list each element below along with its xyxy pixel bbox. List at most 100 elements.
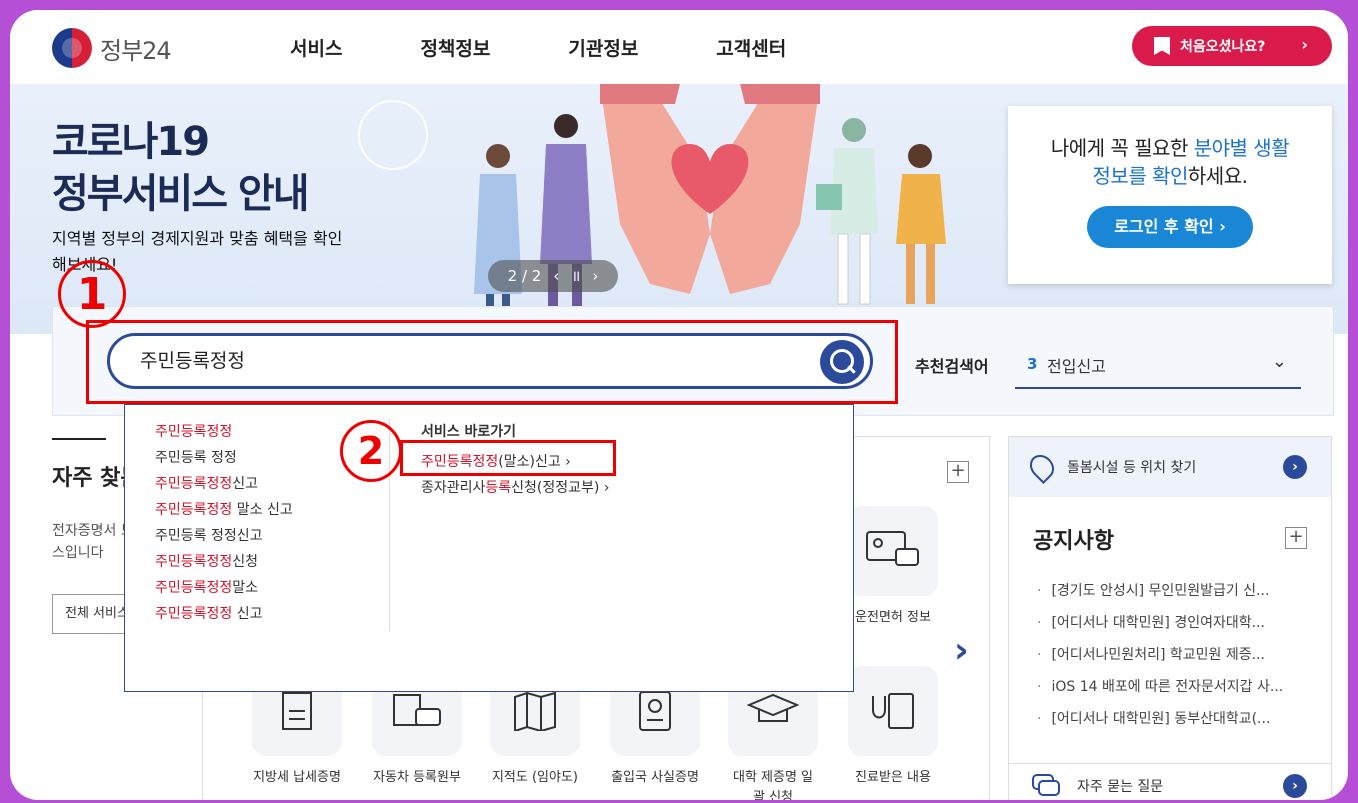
notice-item[interactable]: [어디서나민원처리] 학교민원 제증... [1037,639,1283,671]
service-label: 진료받은 내용 [855,770,931,785]
browser-frame: 정부24 서비스 정책정보 기관정보 고객센터 처음오셨나요? › 코로나19 … [10,10,1348,800]
care-finder-label: 돌봄시설 등 위치 찾기 [1067,460,1197,476]
location-pin-icon [1025,450,1059,484]
service-tile [848,506,938,596]
service-tile [848,666,938,756]
gov24-logo[interactable]: 정부24 [52,28,172,68]
recommend-keyword-select[interactable]: 3 전입신고 ⌄ [1015,343,1301,389]
login-message: 나에게 꼭 필요한 분야별 생활 정보를 확인하세요. [1008,134,1332,190]
suggestion-match: 주민등록정정 [155,476,233,492]
next-slide-icon[interactable]: › [592,267,598,285]
service-label: 지적도 (임야도) [491,770,579,785]
service-label: 지방세 납세증명 [253,770,341,785]
suggestion-rest: 주민등록 정정 [155,450,237,466]
map-icon [514,691,556,731]
recommend-label: 추천검색어 [915,357,989,376]
annotation-number-2: 2 [340,420,402,482]
care-facility-finder[interactable]: 돌봄시설 등 위치 찾기 › [1009,437,1331,497]
suggestion-item[interactable]: 주민등록정정신청 [155,549,293,575]
suggestion-match: 주민등록정정 [155,502,233,518]
login-msg-part1: 나에게 꼭 필요한 [1050,136,1194,160]
pager-count: 2 / 2 [507,267,542,285]
banner-pager: 2 / 2 ‹ ॥ › [488,260,618,292]
suggestion-match: 주민등록정정 [155,580,233,596]
first-visit-label: 처음오셨나요? [1180,39,1266,55]
suggestion-rest: 신고 [232,476,259,492]
services-next-icon[interactable]: › [954,630,969,671]
suggestion-rest: 신고 [232,606,263,622]
notice-item[interactable]: [어디서나 대학민원] 동부산대학교(... [1037,703,1283,735]
login-msg-part2: 하세요. [1187,164,1248,188]
suggestion-match: 주민등록정정 [155,424,233,440]
suggestion-match: 주민등록정정 [155,554,233,570]
license-icon [866,531,919,566]
chevron-right-circle-icon[interactable]: › [1283,774,1307,798]
recommend-keyword: 전입신고 [1047,357,1106,376]
site-header: 정부24 서비스 정책정보 기관정보 고객센터 처음오셨나요? › [10,10,1348,84]
logo-text: 정부24 [100,36,172,65]
login-msg-highlight2: 정보를 확인 [1092,164,1189,188]
suggestion-item[interactable]: 주민등록정정말소 [155,575,293,601]
shortcut-match: 등록 [485,480,512,496]
suggestion-rest: 신청 [232,554,259,570]
banner-title-line2: 정부서비스 안내 [52,171,310,217]
nav-agency[interactable]: 기관정보 [568,34,638,61]
notice-item[interactable]: iOS 14 배포에 따른 전자문서지갑 사... [1037,671,1283,703]
nav-service[interactable]: 서비스 [290,34,342,61]
suggestion-item[interactable]: 주민등록 정정 [155,445,293,471]
suggestion-item[interactable]: 주민등록 정정신고 [155,523,293,549]
service-label: 출입국 사실증명 [611,770,699,785]
suggestion-item[interactable]: 주민등록정정 신고 [155,601,293,627]
personalized-info-box: 나에게 꼭 필요한 분야별 생활 정보를 확인하세요. 로그인 후 확인 › [1008,106,1332,284]
first-visit-button[interactable]: 처음오셨나요? › [1132,26,1332,66]
covid-banner[interactable]: 코로나19 정부서비스 안내 지역별 정부의 경제지원과 맞춤 혜택을 확인해보… [10,84,1348,334]
chevron-down-icon: ⌄ [1271,351,1287,372]
nav-customer-center[interactable]: 고객센터 [716,34,786,61]
banner-title: 코로나19 정부서비스 안내 [52,116,310,220]
suggestion-match: 주민등록정정 [155,606,233,622]
suggestion-rest: 말소 [232,580,259,596]
service-label: 자동차 등록원부 [373,770,461,785]
service-driver-license[interactable]: 운전면허 정보 [848,506,938,628]
suggestion-item[interactable]: 주민등록정정신고 [155,471,293,497]
notice-item[interactable]: [경기도 안성시] 무인민원발급기 신... [1037,575,1283,607]
service-medical-record[interactable]: 진료받은 내용 [848,666,938,788]
login-msg-highlight1: 분야별 생활 [1193,136,1290,160]
chevron-right-circle-icon[interactable]: › [1283,455,1307,479]
suggestion-item[interactable]: 주민등록정정 말소 신고 [155,497,293,523]
title-rule [52,438,106,440]
shortcut-rest: 신청(정정교부) › [511,480,610,496]
nav-policy[interactable]: 정책정보 [420,34,490,61]
notice-title: 공지사항 [1033,529,1114,554]
document-icon [282,692,312,730]
passport-icon [639,691,671,731]
notice-item[interactable]: [어디서나 대학민원] 경인여자대학... [1037,607,1283,639]
taegeuk-logo-icon [52,28,92,68]
stethoscope-icon [872,693,914,729]
suggestion-list: 주민등록정정 주민등록 정정 주민등록정정신고 주민등록정정 말소 신고 주민등… [155,419,293,627]
annotation-box-search [86,320,898,404]
plus-icon[interactable]: + [1285,527,1307,549]
right-column: 돌봄시설 등 위치 찾기 › 공지사항 + [경기도 안성시] 무인민원발급기 … [1008,436,1332,800]
notice-list: [경기도 안성시] 무인민원발급기 신... [어디서나 대학민원] 경인여자대… [1037,575,1283,735]
main-nav: 서비스 정책정보 기관정보 고객센터 [290,34,786,61]
graduation-cap-icon [747,693,799,722]
suggestion-rest: 말소 신고 [232,502,293,518]
plus-icon[interactable]: + [947,461,969,483]
banner-illustration [474,84,946,308]
pause-icon[interactable]: ॥ [571,266,580,286]
banner-title-line1: 코로나19 [52,119,210,165]
suggestion-rest: 주민등록 정정신고 [155,528,263,544]
service-label: 운전면허 정보 [855,610,931,625]
chat-bubble-icon [1032,773,1060,796]
annotation-number-1: 1 [58,260,126,328]
chevron-right-icon: › [1301,35,1308,54]
suggestion-item[interactable]: 주민등록정정 [155,419,293,445]
faq-link[interactable]: 자주 묻는 질문 › [1009,763,1331,800]
shortcut-prefix: 종자관리사 [421,480,486,496]
shortcut-seed-manager-registration[interactable]: 종자관리사등록신청(정정교부) › [421,475,609,501]
sun-decoration-icon [358,100,428,170]
bookmark-icon [1154,37,1170,55]
login-check-button[interactable]: 로그인 후 확인 › [1087,206,1253,248]
prev-slide-icon[interactable]: ‹ [553,267,559,285]
